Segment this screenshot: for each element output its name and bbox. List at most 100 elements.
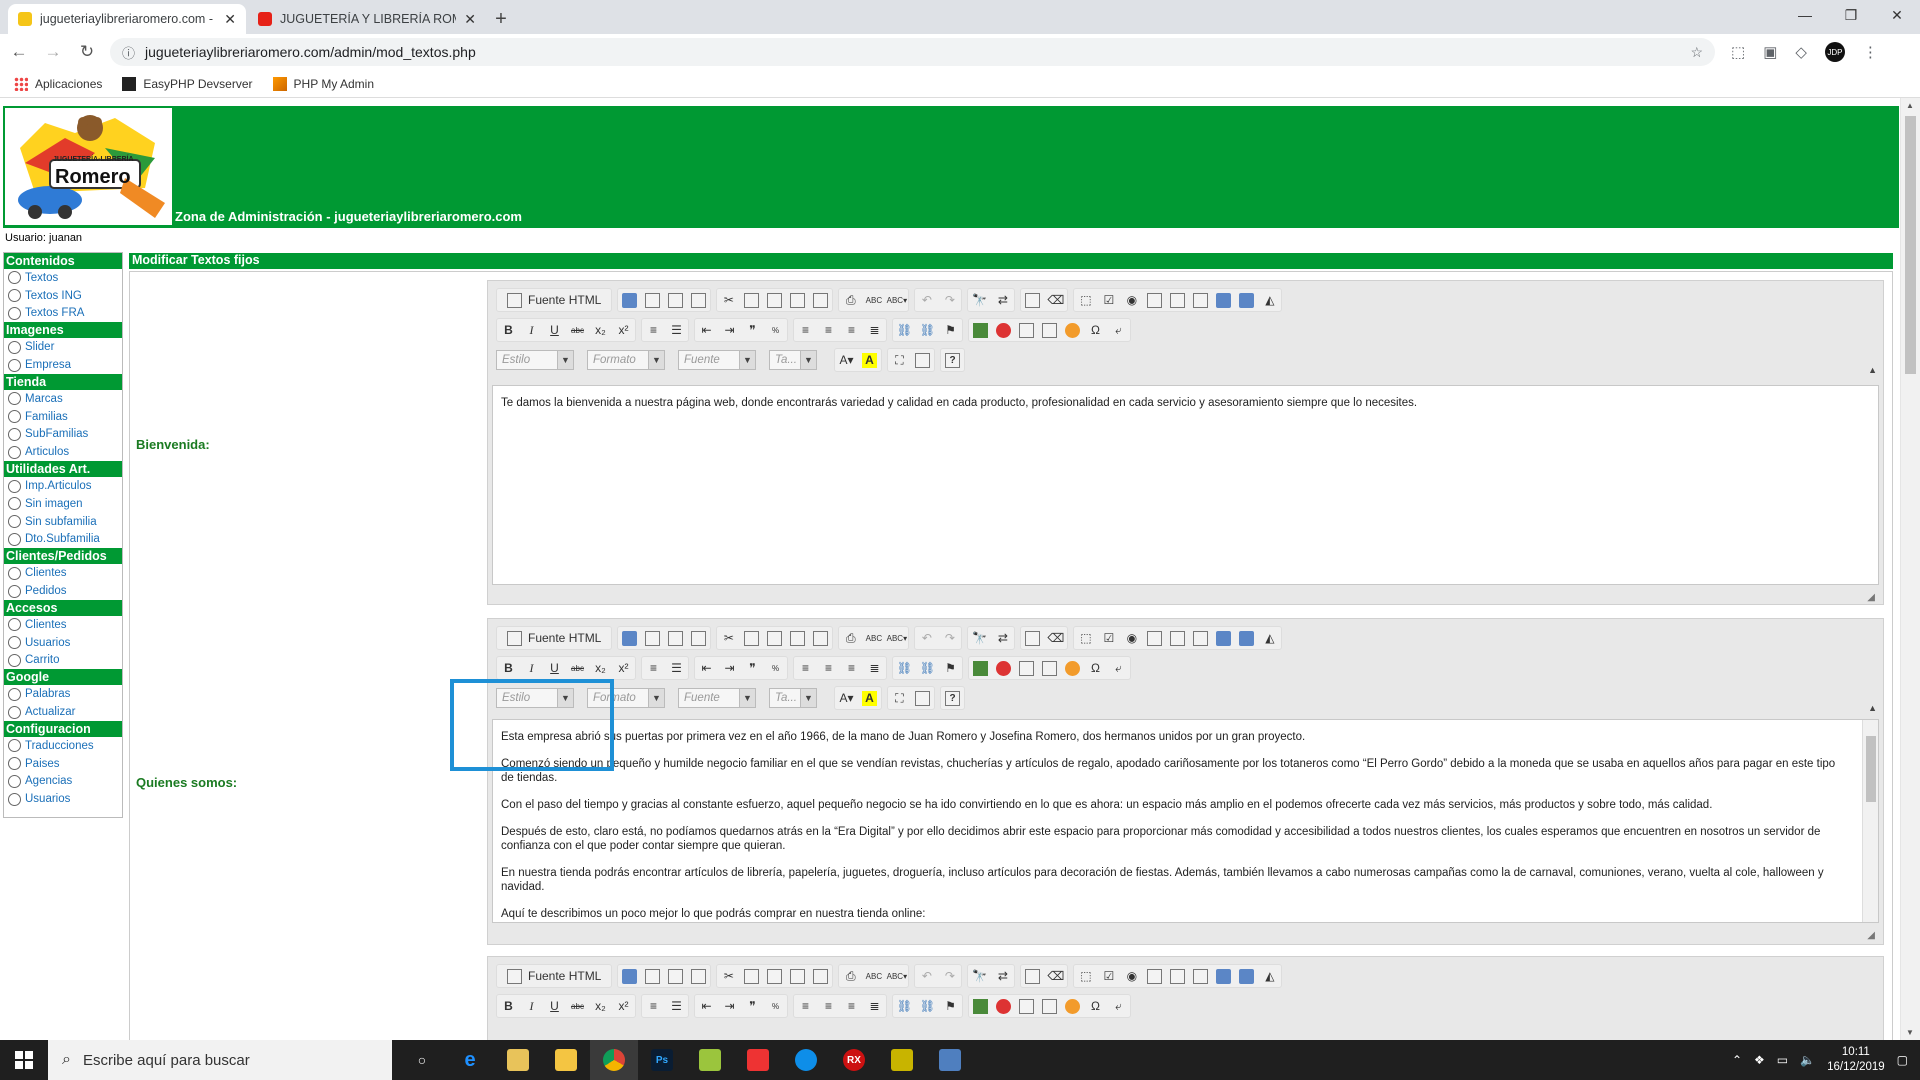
paste-text-icon[interactable] [790,968,806,984]
tag-extension-icon[interactable]: ◇ [1795,43,1807,61]
image-icon[interactable] [973,660,988,676]
window-app-icon[interactable] [926,1040,974,1080]
outdent-icon[interactable]: ⇤ [699,999,714,1014]
sidebar-item-label[interactable]: Actualizar [25,706,76,718]
save-icon[interactable] [622,630,638,646]
windows-start-icon[interactable] [0,1040,48,1080]
sidebar-item-label[interactable]: Clientes [25,567,67,579]
redo-icon[interactable]: ↷ [942,293,957,308]
select-all-icon[interactable] [1025,968,1041,984]
font-select[interactable]: Fuente ▼ [678,688,756,708]
flash-icon[interactable] [996,660,1011,676]
underline-icon[interactable]: U [547,661,562,676]
editor-scrollbar[interactable] [1862,720,1878,922]
edge-icon[interactable]: e [446,1040,494,1080]
radio-circle-icon[interactable] [8,566,21,580]
select-field-icon[interactable] [1193,292,1209,308]
scroll-up-icon[interactable]: ▲ [1906,101,1914,110]
find-icon[interactable]: 🔭 [972,293,987,308]
sidebar-item-label[interactable]: Textos FRA [25,307,84,319]
italic-icon[interactable]: I [524,323,539,338]
spellcheck-icon[interactable]: ABC [866,631,882,646]
align-center-icon[interactable]: ≡ [821,323,836,338]
paste-word-icon[interactable] [813,292,829,308]
sidebar-item-label[interactable]: Sin subfamilia [25,516,97,528]
paste-text-icon[interactable] [790,292,806,308]
special-char-icon[interactable]: Ω [1088,661,1103,676]
scroll-down-icon[interactable]: ▼ [1906,1028,1914,1037]
cast-icon[interactable]: ⬚ [1731,43,1745,61]
redo-icon[interactable]: ↷ [942,631,957,646]
show-blocks-icon[interactable] [915,352,930,368]
image-button-icon[interactable] [1239,630,1255,646]
strikethrough-icon[interactable]: abc [570,661,585,676]
sidebar-item[interactable]: Paises [4,755,122,773]
undo-icon[interactable]: ↶ [919,293,934,308]
radio-circle-icon[interactable] [8,774,21,788]
replace-icon[interactable]: ⇄ [995,293,1010,308]
spellcheck-icon[interactable]: ABC [866,969,882,984]
preview-icon[interactable] [668,292,684,308]
sidebar-item[interactable]: Sin subfamilia [4,513,122,531]
underline-icon[interactable]: U [547,999,562,1014]
unlink-icon[interactable]: ⛓ [920,323,935,338]
superscript-icon[interactable]: x² [616,661,631,676]
align-right-icon[interactable]: ≡ [844,323,859,338]
sidebar-item[interactable]: Clientes [4,564,122,582]
find-icon[interactable]: 🔭 [972,969,987,984]
table-icon[interactable] [1019,660,1034,676]
paste-icon[interactable] [767,292,783,308]
sidebar-item[interactable]: Traducciones [4,737,122,755]
flash-icon[interactable] [996,322,1011,338]
flash-icon[interactable] [996,998,1011,1014]
radio-circle-icon[interactable] [8,584,21,598]
browser-tab-admin[interactable]: jugueteriaylibreriaromero.com - I ✕ [8,4,246,34]
textfield-icon[interactable] [1147,630,1163,646]
horizontal-rule-icon[interactable] [1042,998,1057,1014]
forward-icon[interactable]: → [38,42,68,62]
collapse-toolbar-icon[interactable]: ▲ [1868,703,1877,713]
unlink-icon[interactable]: ⛓ [920,999,935,1014]
paste-icon[interactable] [767,968,783,984]
rx-app-icon[interactable]: RX [830,1040,878,1080]
bookmark-easyphp[interactable]: EasyPHP Devserver [122,76,253,91]
git-app-icon[interactable] [734,1040,782,1080]
replace-icon[interactable]: ⇄ [995,631,1010,646]
size-select[interactable]: Ta... ▼ [769,350,817,370]
italic-icon[interactable]: I [524,999,539,1014]
collapse-toolbar-icon[interactable]: ▲ [1868,365,1877,375]
anchor-icon[interactable]: ⚑ [943,999,958,1014]
radio-circle-icon[interactable] [8,306,21,320]
blockquote-icon[interactable]: ❞ [745,999,760,1014]
radio-circle-icon[interactable] [8,289,21,303]
page-break-icon[interactable]: ⤶ [1111,323,1126,338]
editor-content-bienvenida[interactable]: Te damos la bienvenida a nuestra página … [492,385,1879,585]
background-color-icon[interactable]: A [862,690,877,706]
reload-icon[interactable]: ↻ [72,42,102,62]
close-window-icon[interactable]: ✕ [1874,0,1920,30]
anchor-icon[interactable]: ⚑ [943,661,958,676]
subscript-icon[interactable]: x₂ [593,323,608,338]
style-select[interactable]: Estilo ▼ [496,350,574,370]
bookmark-apps[interactable]: Aplicaciones [14,76,102,91]
sidebar-item-label[interactable]: Paises [25,758,60,770]
align-left-icon[interactable]: ≡ [798,999,813,1014]
sidebar-item[interactable]: Actualizar [4,703,122,721]
taskbar-search-box[interactable]: ⌕ Escribe aquí para buscar [48,1040,392,1080]
save-icon[interactable] [622,968,638,984]
new-page-icon[interactable] [645,968,661,984]
sidebar-item-label[interactable]: Familias [25,411,68,423]
redo-icon[interactable]: ↷ [942,969,957,984]
templates-icon[interactable] [691,630,707,646]
templates-icon[interactable] [691,292,707,308]
sidebar-item[interactable]: Textos [4,269,122,287]
sidebar-item[interactable]: Sin imagen [4,495,122,513]
radio-circle-icon[interactable] [8,792,21,806]
editor-content-quienes-somos[interactable]: Esta empresa abrió sus puertas por prime… [492,719,1879,923]
undo-icon[interactable]: ↶ [919,631,934,646]
paste-icon[interactable] [767,630,783,646]
sidebar-item-label[interactable]: Usuarios [25,637,70,649]
radio-circle-icon[interactable] [8,358,21,372]
sidebar-item[interactable]: Articulos [4,443,122,461]
form-icon[interactable]: ⬚ [1078,631,1093,646]
